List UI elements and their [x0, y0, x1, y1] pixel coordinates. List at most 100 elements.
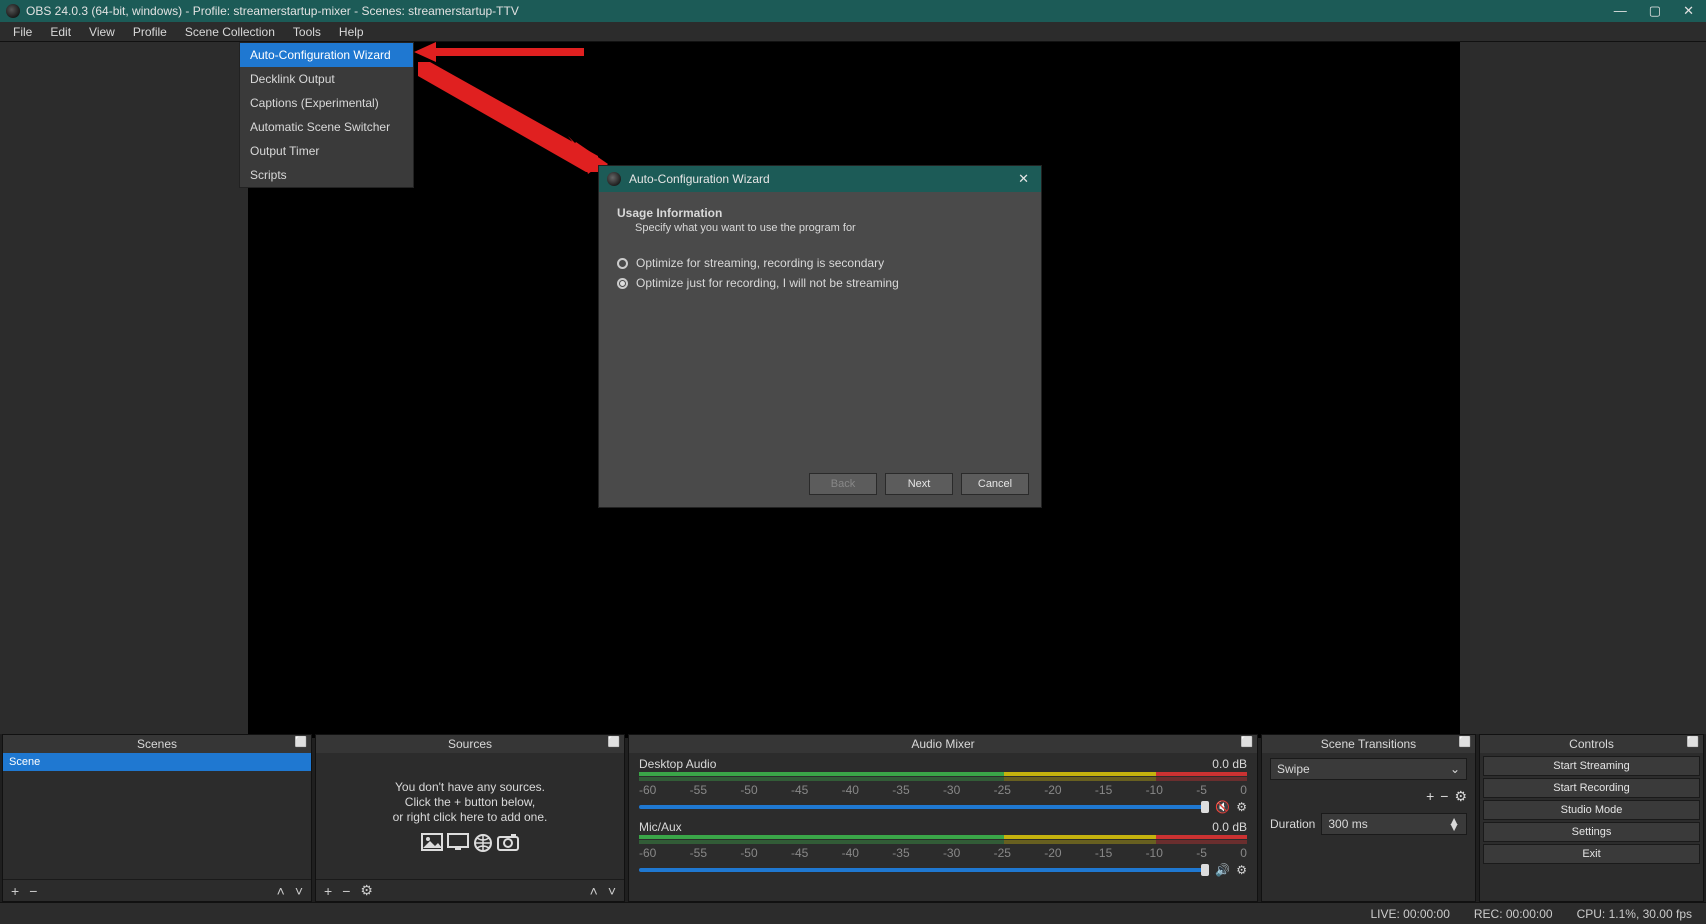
menu-edit[interactable]: Edit [41, 22, 80, 41]
dock-title: Scenes [137, 737, 177, 751]
wizard-option-recording[interactable]: Optimize just for recording, I will not … [617, 276, 1023, 290]
maximize-button[interactable]: ▢ [1649, 3, 1661, 19]
dd-decklink-output[interactable]: Decklink Output [240, 67, 413, 91]
popout-icon[interactable]: ⬜ [1241, 737, 1253, 748]
source-properties-button[interactable]: ⚙ [358, 882, 375, 899]
chevron-down-icon: ⌄ [1450, 762, 1460, 776]
studio-mode-button[interactable]: Studio Mode [1483, 800, 1700, 820]
wizard-option-streaming[interactable]: Optimize for streaming, recording is sec… [617, 256, 1023, 270]
menu-scene-collection[interactable]: Scene Collection [176, 22, 284, 41]
volume-slider[interactable] [639, 868, 1209, 872]
duration-value: 300 ms [1328, 817, 1367, 831]
wizard-cancel-button[interactable]: Cancel [961, 473, 1029, 495]
meter-ticks: -60-55-50-45-40-35-30-25-20-15-10-50 [639, 783, 1247, 797]
add-source-button[interactable]: + [322, 883, 334, 899]
meter-ticks: -60-55-50-45-40-35-30-25-20-15-10-50 [639, 846, 1247, 860]
move-source-up-button[interactable]: ˄ [588, 883, 600, 899]
dock-title: Controls [1569, 737, 1614, 751]
popout-icon[interactable]: ⬜ [1459, 737, 1471, 748]
transition-select[interactable]: Swipe ⌄ [1270, 758, 1467, 780]
scenes-header: Scenes ⬜ [3, 735, 311, 753]
bottom-docks: Scenes ⬜ Scene + − ˄ ˅ Sources ⬜ You don… [0, 734, 1706, 902]
start-streaming-button[interactable]: Start Streaming [1483, 756, 1700, 776]
auto-config-wizard-dialog: Auto-Configuration Wizard ✕ Usage Inform… [598, 165, 1042, 508]
menu-file[interactable]: File [4, 22, 41, 41]
wizard-button-row: Back Next Cancel [599, 463, 1041, 507]
title-bar: OBS 24.0.3 (64-bit, windows) - Profile: … [0, 0, 1706, 22]
popout-icon[interactable]: ⬜ [608, 737, 620, 748]
track-settings-button[interactable]: ⚙ [1236, 863, 1247, 877]
radio-icon [617, 258, 628, 269]
status-cpu: CPU: 1.1%, 30.00 fps [1577, 907, 1692, 921]
transitions-body: Swipe ⌄ + − ⚙ Duration 300 ms ▲▼ [1262, 753, 1475, 901]
wizard-heading: Usage Information [617, 206, 1023, 220]
menu-tools[interactable]: Tools [284, 22, 330, 41]
volume-slider[interactable] [639, 805, 1209, 809]
wizard-title: Auto-Configuration Wizard [629, 172, 1014, 186]
dock-title: Scene Transitions [1321, 737, 1416, 751]
menu-bar: File Edit View Profile Scene Collection … [0, 22, 1706, 42]
minimize-button[interactable]: — [1614, 3, 1627, 19]
start-recording-button[interactable]: Start Recording [1483, 778, 1700, 798]
add-scene-button[interactable]: + [9, 883, 21, 899]
wizard-title-bar[interactable]: Auto-Configuration Wizard ✕ [599, 166, 1041, 192]
track-db: 0.0 dB [1212, 820, 1247, 834]
track-name: Mic/Aux [639, 820, 682, 834]
move-scene-up-button[interactable]: ˄ [275, 883, 287, 899]
dd-output-timer[interactable]: Output Timer [240, 139, 413, 163]
scenes-list[interactable]: Scene [3, 753, 311, 879]
mixer-track-desktop: Desktop Audio 0.0 dB -60-55-50-45-40-35-… [629, 753, 1257, 816]
scenes-toolbar: + − ˄ ˅ [3, 879, 311, 901]
wizard-option-label: Optimize just for recording, I will not … [636, 276, 899, 290]
status-live: LIVE: 00:00:00 [1370, 907, 1449, 921]
wizard-option-label: Optimize for streaming, recording is sec… [636, 256, 884, 270]
dd-scripts[interactable]: Scripts [240, 163, 413, 187]
empty-line: Click the + button below, [405, 795, 535, 809]
sources-list[interactable]: You don't have any sources. Click the + … [316, 753, 624, 879]
mute-button[interactable]: 🔇 [1215, 800, 1230, 814]
spinner-icon[interactable]: ▲▼ [1448, 818, 1460, 830]
menu-help[interactable]: Help [330, 22, 373, 41]
mixer-body: Desktop Audio 0.0 dB -60-55-50-45-40-35-… [629, 753, 1257, 901]
dd-captions[interactable]: Captions (Experimental) [240, 91, 413, 115]
obs-icon [607, 172, 621, 186]
wizard-subtext: Specify what you want to use the program… [635, 222, 1023, 234]
remove-transition-button[interactable]: − [1440, 788, 1448, 805]
track-settings-button[interactable]: ⚙ [1236, 800, 1247, 814]
dd-auto-config-wizard[interactable]: Auto-Configuration Wizard [240, 43, 413, 67]
browser-source-icon [473, 833, 493, 853]
close-button[interactable]: ✕ [1683, 3, 1694, 19]
obs-app-icon [6, 4, 20, 18]
move-scene-down-button[interactable]: ˅ [293, 883, 305, 899]
move-source-down-button[interactable]: ˅ [606, 883, 618, 899]
menu-view[interactable]: View [80, 22, 124, 41]
exit-button[interactable]: Exit [1483, 844, 1700, 864]
radio-icon [617, 278, 628, 289]
controls-dock: Controls ⬜ Start Streaming Start Recordi… [1479, 734, 1704, 902]
window-controls: — ▢ ✕ [1614, 3, 1694, 19]
window-title: OBS 24.0.3 (64-bit, windows) - Profile: … [26, 4, 1614, 18]
transition-properties-button[interactable]: ⚙ [1454, 788, 1467, 805]
remove-source-button[interactable]: − [340, 883, 352, 899]
controls-header: Controls ⬜ [1480, 735, 1703, 753]
camera-source-icon [497, 833, 519, 851]
scene-item[interactable]: Scene [3, 753, 311, 771]
duration-label: Duration [1270, 817, 1315, 831]
remove-scene-button[interactable]: − [27, 883, 39, 899]
mute-button[interactable]: 🔊 [1215, 863, 1230, 877]
menu-profile[interactable]: Profile [124, 22, 176, 41]
sources-dock: Sources ⬜ You don't have any sources. Cl… [315, 734, 625, 902]
mixer-header: Audio Mixer ⬜ [629, 735, 1257, 753]
popout-icon[interactable]: ⬜ [1687, 737, 1699, 748]
duration-input[interactable]: 300 ms ▲▼ [1321, 813, 1467, 835]
source-type-icons [421, 833, 519, 853]
scenes-dock: Scenes ⬜ Scene + − ˄ ˅ [2, 734, 312, 902]
add-transition-button[interactable]: + [1426, 788, 1434, 805]
wizard-close-button[interactable]: ✕ [1014, 171, 1033, 187]
empty-line: or right click here to add one. [393, 810, 548, 824]
dd-auto-scene-switcher[interactable]: Automatic Scene Switcher [240, 115, 413, 139]
transitions-header: Scene Transitions ⬜ [1262, 735, 1475, 753]
settings-button[interactable]: Settings [1483, 822, 1700, 842]
popout-icon[interactable]: ⬜ [295, 737, 307, 748]
wizard-next-button[interactable]: Next [885, 473, 953, 495]
